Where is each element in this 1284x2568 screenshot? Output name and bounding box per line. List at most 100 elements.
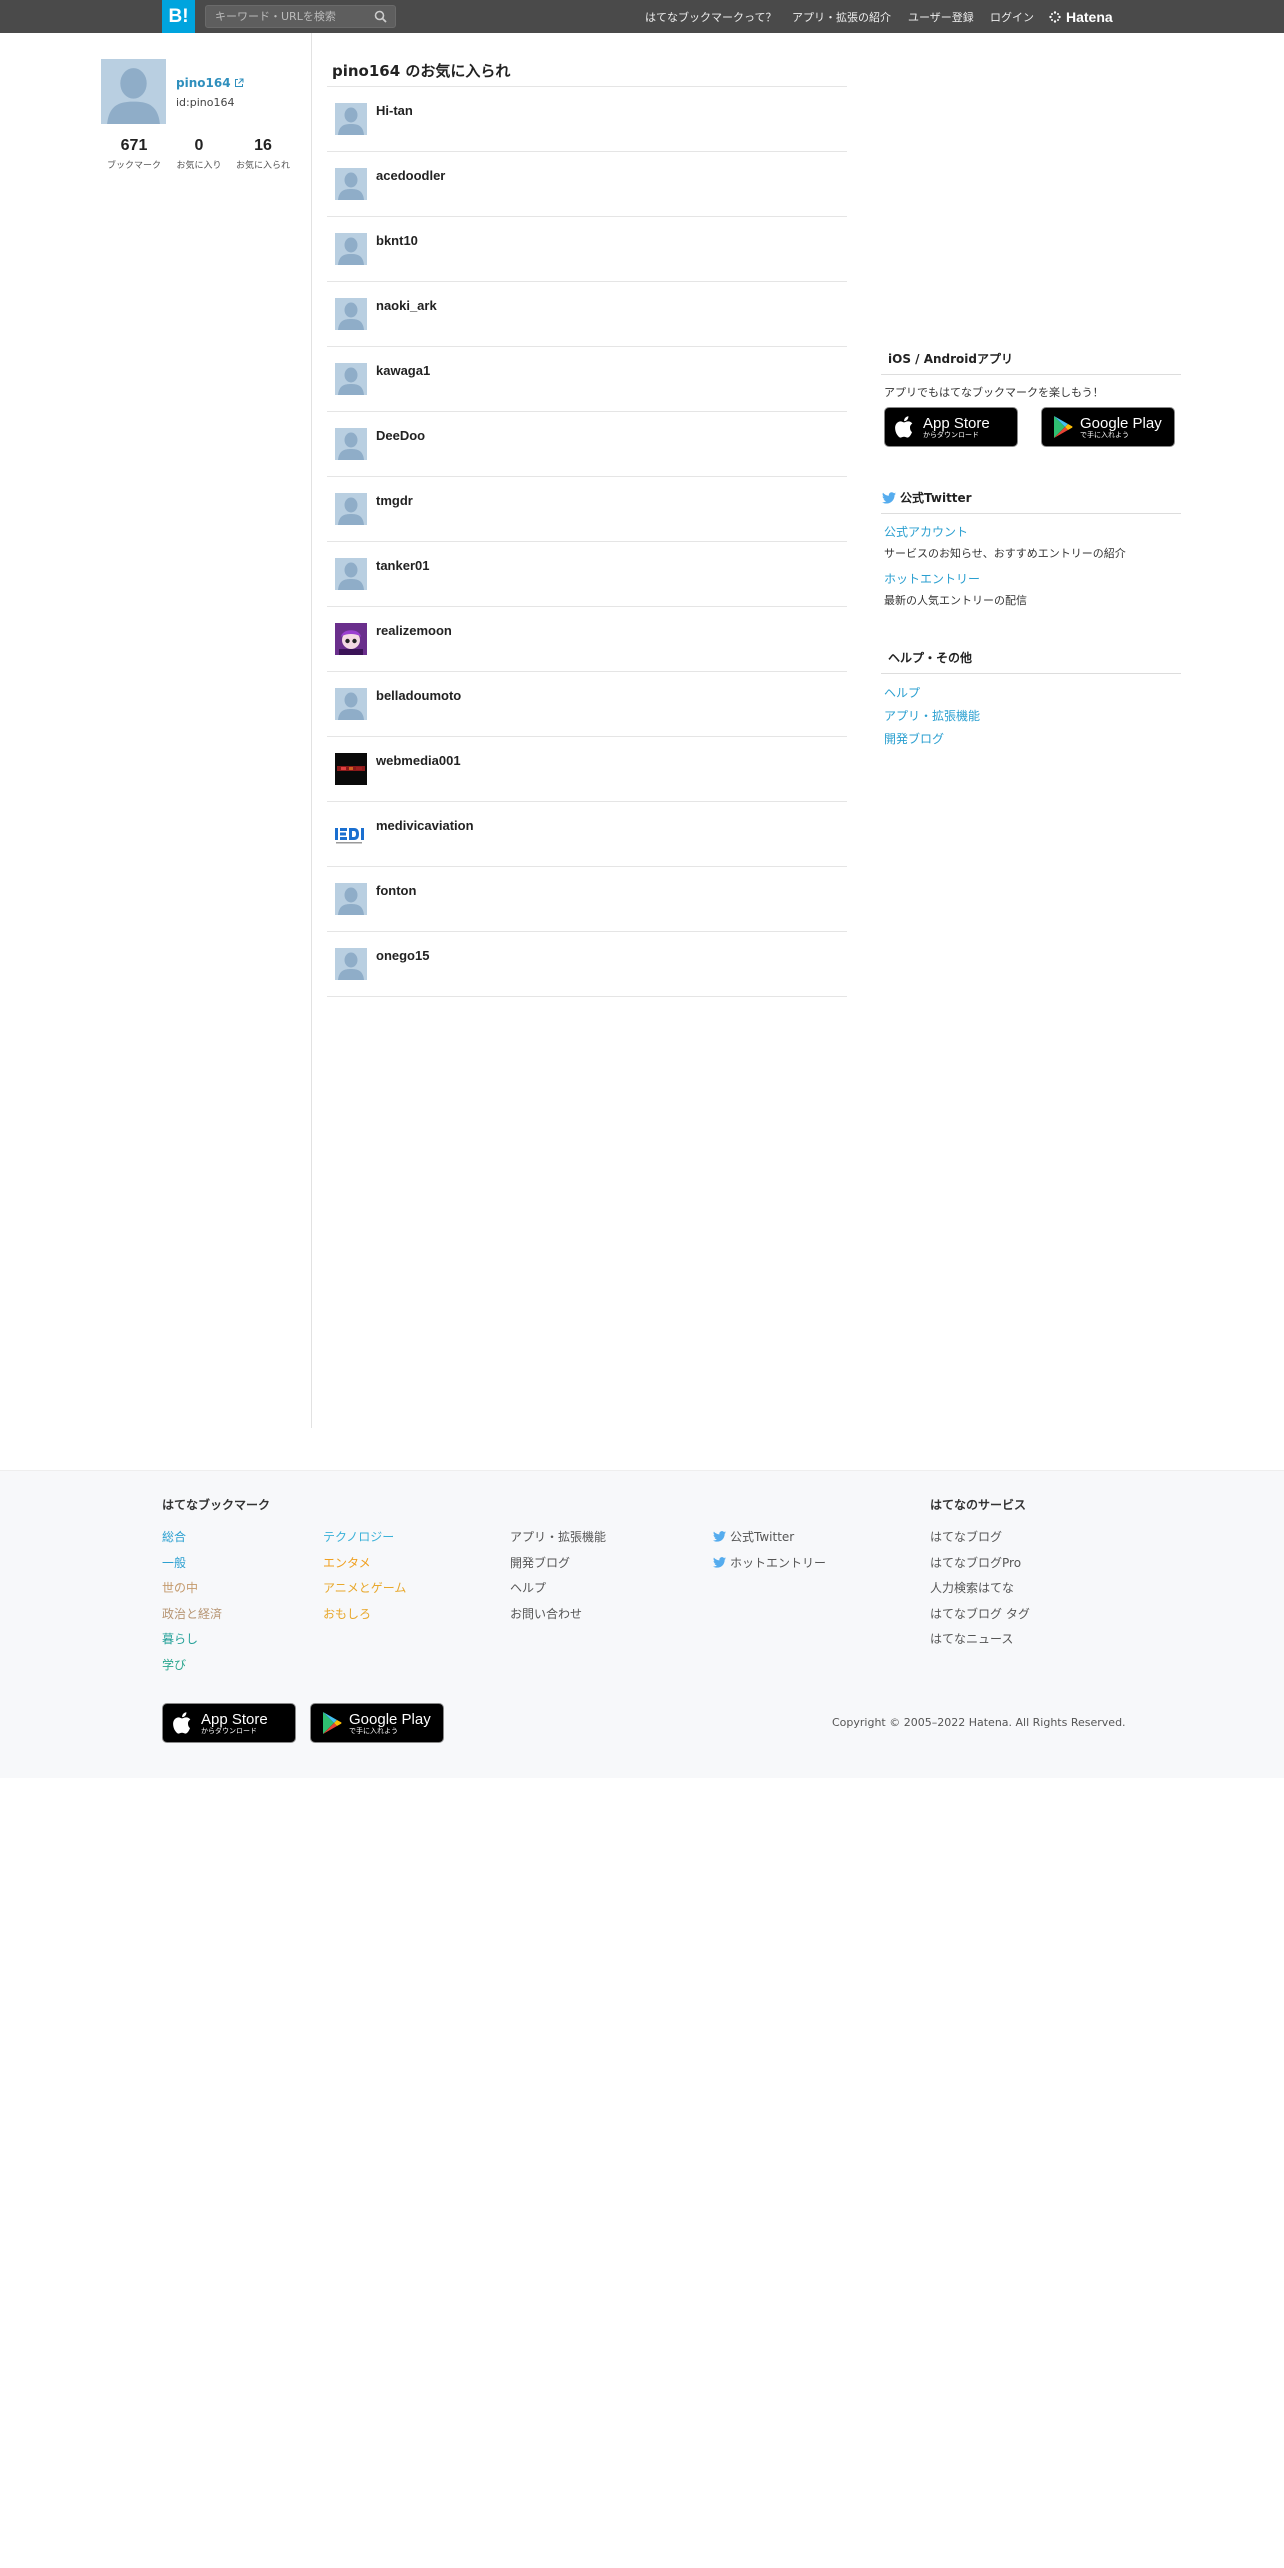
list-item[interactable]: DeeDoo <box>327 412 847 477</box>
hatena-bookmark-logo[interactable]: B! <box>162 0 195 33</box>
user-name-link[interactable]: medivicaviation <box>376 818 474 833</box>
default-user-icon[interactable] <box>335 363 367 395</box>
user-name-link[interactable]: tmgdr <box>376 493 413 508</box>
user-name-link[interactable]: tanker01 <box>376 558 429 573</box>
user-name-link[interactable]: webmedia001 <box>376 753 461 768</box>
default-user-icon <box>101 59 166 124</box>
twitter-section-title: 公式Twitter <box>881 489 1181 514</box>
nav-about[interactable]: はてなブックマークって？ <box>645 0 776 33</box>
list-item[interactable]: onego15 <box>327 932 847 997</box>
stat-bookmarks[interactable]: 671 ブックマーク <box>99 137 169 171</box>
footer-help-link[interactable]: ヘルプ <box>510 1579 546 1596</box>
footer-cat-learning[interactable]: 学び <box>162 1656 186 1673</box>
user-avatar-image[interactable] <box>335 623 367 655</box>
default-user-icon[interactable] <box>335 168 367 200</box>
default-user-icon[interactable] <box>335 103 367 135</box>
hatena-mark-icon <box>1049 10 1061 23</box>
footer-service-blog[interactable]: はてなブログ <box>930 1528 1002 1545</box>
apps-extensions-link[interactable]: アプリ・拡張機能 <box>884 707 980 724</box>
user-name-link[interactable]: realizemoon <box>376 623 452 638</box>
footer-cat-fun[interactable]: おもしろ <box>323 1605 371 1622</box>
footer-contact-link[interactable]: お問い合わせ <box>510 1605 582 1622</box>
list-item[interactable]: tmgdr <box>327 477 847 542</box>
footer-cat-politics[interactable]: 政治と経済 <box>162 1605 222 1622</box>
profile-column: pino164 id:pino164 671 ブックマーク 0 お気に入り 16… <box>0 33 312 1428</box>
list-item[interactable]: Hi-tan <box>327 87 847 152</box>
twitter-bird-icon <box>713 1531 726 1542</box>
footer-apps-link[interactable]: アプリ・拡張機能 <box>510 1528 606 1545</box>
footer-service-question[interactable]: 人力検索はてな <box>930 1579 1014 1596</box>
user-name-link[interactable]: acedoodler <box>376 168 445 183</box>
footer-services-title: はてなのサービス <box>930 1498 1027 1512</box>
page-title: pino164 のお気に入られ <box>332 62 511 80</box>
external-link-icon <box>234 78 244 87</box>
footer-cat-entertainment[interactable]: エンタメ <box>323 1554 371 1571</box>
profile-avatar[interactable] <box>101 59 166 124</box>
help-link[interactable]: ヘルプ <box>884 684 920 701</box>
user-avatar-image[interactable] <box>335 753 367 785</box>
list-item[interactable]: naoki_ark <box>327 282 847 347</box>
google-play-icon <box>1054 416 1073 438</box>
default-user-icon[interactable] <box>335 688 367 720</box>
default-user-icon[interactable] <box>335 233 367 265</box>
footer-twitter-link[interactable]: 公式Twitter <box>713 1528 794 1545</box>
stat-favorites[interactable]: 0 お気に入り <box>164 137 234 171</box>
list-item[interactable]: fonton <box>327 867 847 932</box>
default-user-icon[interactable] <box>335 428 367 460</box>
twitter-bird-icon <box>882 491 896 504</box>
google-play-badge[interactable]: Google Play で手に入れよう <box>1041 407 1175 447</box>
stat-favorited-by[interactable]: 16 お気に入られ <box>228 137 298 171</box>
footer-service-news[interactable]: はてなニュース <box>930 1630 1013 1647</box>
search-input[interactable] <box>206 6 366 27</box>
user-name-link[interactable]: naoki_ark <box>376 298 437 313</box>
help-section-title: ヘルプ・その他 <box>881 649 1181 674</box>
user-name-link[interactable]: DeeDoo <box>376 428 425 443</box>
app-store-badge[interactable]: App Store からダウンロード <box>884 407 1018 447</box>
copyright: Copyright © 2005–2022 Hatena. All Rights… <box>832 1716 1126 1729</box>
list-item[interactable]: acedoodler <box>327 152 847 217</box>
hatena-logo[interactable]: Hatena <box>1049 0 1113 33</box>
footer-cat-general[interactable]: 一般 <box>162 1554 186 1571</box>
user-name-link[interactable]: bknt10 <box>376 233 418 248</box>
user-name-link[interactable]: fonton <box>376 883 416 898</box>
footer-devblog-link[interactable]: 開発ブログ <box>510 1554 570 1571</box>
list-item[interactable]: bknt10 <box>327 217 847 282</box>
user-name-link[interactable]: Hi-tan <box>376 103 413 118</box>
user-avatar-image[interactable] <box>335 818 367 850</box>
footer-cat-all[interactable]: 総合 <box>162 1528 186 1545</box>
nav-signup[interactable]: ユーザー登録 <box>908 0 974 33</box>
footer-service-blog-tag[interactable]: はてなブログ タグ <box>930 1605 1030 1622</box>
nav-apps[interactable]: アプリ・拡張の紹介 <box>792 0 891 33</box>
user-name-link[interactable]: belladoumoto <box>376 688 461 703</box>
list-item[interactable]: medivicaviation <box>327 802 847 867</box>
search-icon[interactable] <box>374 10 387 23</box>
dev-blog-link[interactable]: 開発ブログ <box>884 730 944 747</box>
footer-google-play-badge[interactable]: Google Play で手に入れよう <box>310 1703 444 1743</box>
footer-cat-anime-game[interactable]: アニメとゲーム <box>323 1579 406 1596</box>
default-user-icon[interactable] <box>335 298 367 330</box>
footer-app-store-badge[interactable]: App Store からダウンロード <box>162 1703 296 1743</box>
footer-cat-technology[interactable]: テクノロジー <box>323 1528 394 1545</box>
default-user-icon[interactable] <box>335 948 367 980</box>
footer-cat-life[interactable]: 暮らし <box>162 1630 198 1647</box>
footer-bookmark-title: はてなブックマーク <box>162 1498 271 1512</box>
list-item[interactable]: webmedia001 <box>327 737 847 802</box>
list-item[interactable]: tanker01 <box>327 542 847 607</box>
user-name-link[interactable]: onego15 <box>376 948 429 963</box>
default-user-icon[interactable] <box>335 558 367 590</box>
twitter-official-link[interactable]: 公式アカウント <box>884 523 968 540</box>
search-box[interactable] <box>205 5 396 28</box>
user-name-link[interactable]: kawaga1 <box>376 363 430 378</box>
footer-cat-world[interactable]: 世の中 <box>162 1579 198 1596</box>
twitter-hotentry-link[interactable]: ホットエントリー <box>884 570 980 587</box>
nav-login[interactable]: ログイン <box>990 0 1034 33</box>
footer-hotentry-link[interactable]: ホットエントリー <box>713 1554 826 1571</box>
default-user-icon[interactable] <box>335 883 367 915</box>
profile-name-link[interactable]: pino164 <box>176 76 244 90</box>
favorited-by-list: Hi-tan acedoodler bknt10 naoki_ark kawaga1 De… <box>327 87 847 997</box>
list-item[interactable]: kawaga1 <box>327 347 847 412</box>
footer-service-blog-pro[interactable]: はてなブログPro <box>930 1554 1021 1571</box>
list-item[interactable]: belladoumoto <box>327 672 847 737</box>
default-user-icon[interactable] <box>335 493 367 525</box>
list-item[interactable]: realizemoon <box>327 607 847 672</box>
